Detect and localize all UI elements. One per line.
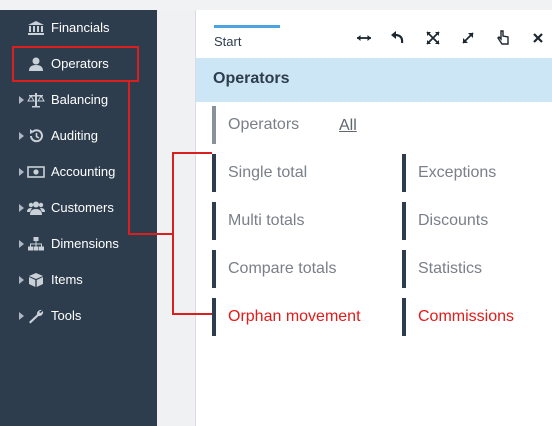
annotation-bracket [172, 313, 212, 315]
top-strip [0, 0, 552, 10]
section-title: Operators [213, 70, 290, 87]
wrench-icon [27, 308, 45, 324]
link-marker [402, 298, 406, 336]
expand-horizontal-icon[interactable] [354, 28, 374, 48]
sidebar-item-label: Dimensions [51, 236, 119, 251]
sitemap-icon [27, 236, 45, 252]
caret-right-icon [19, 96, 24, 104]
annotation-highlight-box [12, 46, 139, 82]
sidebar-item-label: Customers [51, 200, 114, 215]
sidebar-item-customers[interactable]: Customers [0, 190, 157, 226]
main-panel: Start Operators Operators All Single tot… [195, 10, 552, 426]
scale-icon [27, 92, 45, 108]
money-icon [27, 164, 45, 180]
link-label: Orphan movement [228, 308, 361, 325]
fullscreen-icon[interactable] [423, 28, 443, 48]
link-label: Statistics [418, 260, 483, 277]
link-marker [212, 106, 216, 144]
link-marker [402, 202, 406, 240]
bank-icon [27, 20, 45, 36]
history-icon [27, 128, 45, 144]
active-tab-indicator [214, 25, 280, 28]
caret-right-icon [19, 276, 24, 284]
section-header: Operators [196, 58, 552, 102]
panel-gutter [157, 10, 195, 426]
annotation-bracket [172, 152, 212, 154]
annotation-line [128, 81, 130, 235]
annotation-bracket [172, 152, 174, 315]
link-label: Operators [228, 116, 300, 133]
link-marker [212, 298, 216, 336]
sidebar-item-tools[interactable]: Tools [0, 298, 157, 334]
undo-icon[interactable] [388, 28, 408, 48]
maximize-icon[interactable] [458, 28, 478, 48]
caret-right-icon [19, 204, 24, 212]
sidebar-item-label: Items [51, 272, 83, 287]
sidebar-item-label: Tools [51, 308, 82, 323]
link-marker [402, 250, 406, 288]
sidebar-item-dimensions[interactable]: Dimensions [0, 226, 157, 262]
annotation-line [128, 233, 173, 235]
link-marker [402, 154, 406, 192]
link-all[interactable]: All [339, 117, 357, 135]
sidebar-item-accounting[interactable]: Accounting [0, 154, 157, 190]
sidebar-item-financials[interactable]: Financials [0, 10, 157, 46]
link-label: Exceptions [418, 164, 497, 181]
sidebar-item-label: Accounting [51, 164, 116, 179]
caret-right-icon [19, 168, 24, 176]
tab-label: Start [214, 34, 242, 49]
caret-right-icon [19, 240, 24, 248]
tab-start[interactable]: Start [214, 25, 280, 55]
sidebar-item-label: Auditing [51, 128, 98, 143]
sidebar-item-label: Balancing [51, 92, 109, 107]
hand-pointer-icon[interactable] [493, 28, 513, 48]
link-marker [212, 250, 216, 288]
link-label: Discounts [418, 212, 489, 229]
link-marker [212, 202, 216, 240]
sidebar-item-auditing[interactable]: Auditing [0, 118, 157, 154]
caret-right-icon [19, 132, 24, 140]
sidebar-item-label: Financials [51, 20, 110, 35]
link-marker [212, 154, 216, 192]
link-label: Multi totals [228, 212, 305, 229]
close-icon[interactable] [528, 28, 548, 48]
cube-icon [27, 272, 45, 288]
sidebar-item-balancing[interactable]: Balancing [0, 82, 157, 118]
sidebar-item-items[interactable]: Items [0, 262, 157, 298]
link-label: Single total [228, 164, 308, 181]
link-label: Compare totals [228, 260, 337, 277]
users-icon [27, 200, 45, 216]
link-label: Commissions [418, 308, 515, 325]
caret-right-icon [19, 312, 24, 320]
